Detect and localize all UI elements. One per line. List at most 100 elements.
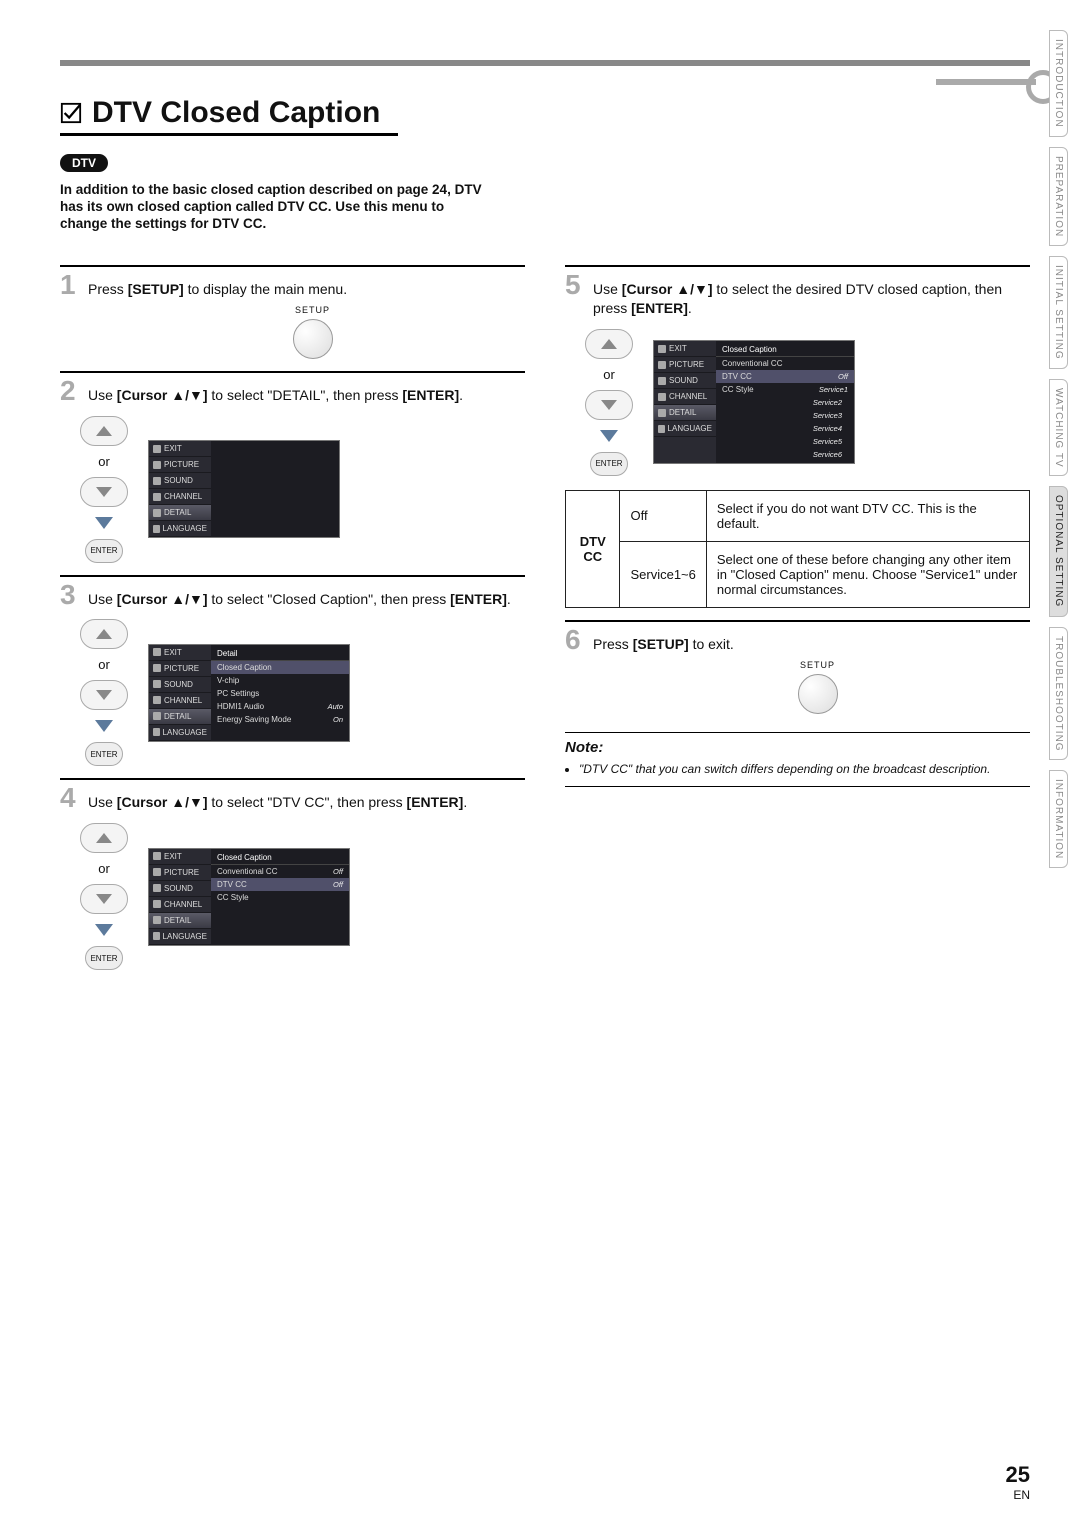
cursor-buttons: or ENTER (80, 619, 128, 766)
cursor-down-button (80, 680, 128, 710)
tv-menu-item: CC Style (211, 891, 349, 904)
table-row: DTV CC Off Select if you do not want DTV… (566, 490, 1030, 541)
tv-menu-content-empty (211, 441, 339, 537)
step-2: 2 Use [Cursor ▲/▼] to select "DETAIL", t… (60, 377, 525, 406)
left-column: 1 Press [SETUP] to display the main menu… (60, 253, 525, 980)
page-title: DTV Closed Caption (92, 96, 380, 130)
table-header: DTV CC (566, 490, 620, 607)
cursor-down-icon (601, 400, 617, 410)
cursor-up-icon (96, 629, 112, 639)
step-rule (60, 778, 525, 780)
right-column: 5 Use [Cursor ▲/▼] to select the desired… (565, 253, 1030, 980)
columns: 1 Press [SETUP] to display the main menu… (60, 253, 1030, 980)
tv-menu-item: V-chip (211, 674, 349, 687)
intro-text: In addition to the basic closed caption … (60, 182, 490, 233)
or-label: or (98, 454, 110, 469)
tv-menu-option: Service5 (716, 435, 848, 448)
enter-button: ENTER (85, 539, 123, 563)
side-tabs: INTRODUCTIONPREPARATIONINITIAL SETTINGWA… (1049, 30, 1068, 868)
step-rule (60, 575, 525, 577)
cursor-up-button (80, 416, 128, 446)
cursor-down-icon (96, 690, 112, 700)
page-footer: 25 EN (1006, 1462, 1030, 1502)
cursor-up-icon (96, 426, 112, 436)
step-5: 5 Use [Cursor ▲/▼] to select the desired… (565, 271, 1030, 319)
tv-menu-sidenav: EXIT PICTURE SOUND CHANNEL DETAIL LANGUA… (149, 645, 211, 741)
setup-circle-icon (798, 674, 838, 714)
tv-menu-detail: EXIT PICTURE SOUND CHANNEL DETAIL LANGUA… (148, 644, 350, 742)
tv-menu-main: EXIT PICTURE SOUND CHANNEL DETAIL LANGUA… (148, 440, 340, 538)
tv-menu-option: Service6 (716, 448, 848, 461)
arrow-down-icon (95, 517, 113, 529)
arrow-down-icon (600, 430, 618, 442)
cursor-up-button (80, 823, 128, 853)
step-rule (565, 620, 1030, 622)
enter-button: ENTER (85, 742, 123, 766)
side-tab: PREPARATION (1049, 147, 1068, 246)
side-tab: OPTIONAL SETTING (1049, 486, 1068, 616)
tv-menu-item: Energy Saving ModeOn (211, 713, 349, 726)
arrow-down-icon (95, 720, 113, 732)
or-label: or (98, 657, 110, 672)
page-language: EN (1006, 1488, 1030, 1502)
step-1: 1 Press [SETUP] to display the main menu… (60, 271, 525, 300)
side-tab: TROUBLESHOOTING (1049, 627, 1068, 761)
step-text: Press [SETUP] to display the main menu. (88, 274, 347, 300)
tv-menu-content-dtvcc: Closed Caption Conventional CCDTV CCOffC… (716, 341, 854, 463)
step-3-diagram: or ENTER EXIT PICTURE SOUND CHANNEL DETA… (80, 619, 525, 766)
cursor-down-button (80, 884, 128, 914)
tv-menu-item: Conventional CCOff (211, 865, 349, 878)
tv-menu-closedcaption: EXIT PICTURE SOUND CHANNEL DETAIL LANGUA… (148, 848, 350, 946)
step-text: Use [Cursor ▲/▼] to select the desired D… (593, 274, 1030, 319)
cursor-down-button (585, 390, 633, 420)
note-title: Note: (565, 739, 1030, 756)
step-rule (60, 265, 525, 267)
tv-menu-item: CC StyleService1 (716, 383, 854, 396)
tv-menu-item: DTV CCOff (716, 370, 854, 383)
note-block: Note: "DTV CC" that you can switch diffe… (565, 732, 1030, 787)
arrow-down-icon (95, 924, 113, 936)
tv-menu-item: PC Settings (211, 687, 349, 700)
manual-page: DTV Closed Caption DTV In addition to th… (0, 0, 1080, 1526)
setup-button-diagram: SETUP (605, 660, 1030, 714)
table-cell-desc: Select one of these before changing any … (706, 541, 1029, 607)
step-4: 4 Use [Cursor ▲/▼] to select "DTV CC", t… (60, 784, 525, 813)
step-4-diagram: or ENTER EXIT PICTURE SOUND CHANNEL DETA… (80, 823, 525, 970)
tv-menu-item: HDMI1 AudioAuto (211, 700, 349, 713)
dtvcc-option-table: DTV CC Off Select if you do not want DTV… (565, 490, 1030, 608)
or-label: or (603, 367, 615, 382)
tv-menu-option: Service4 (716, 422, 848, 435)
step-number: 2 (60, 377, 78, 405)
step-text: Use [Cursor ▲/▼] to select "Closed Capti… (88, 584, 511, 610)
step-number: 5 (565, 271, 583, 299)
cursor-buttons: or ENTER (585, 329, 633, 476)
cursor-buttons: or ENTER (80, 823, 128, 970)
page-title-wrap: DTV Closed Caption (60, 96, 1030, 130)
step-number: 4 (60, 784, 78, 812)
step-2-diagram: or ENTER EXIT PICTURE SOUND CHANNEL DETA… (80, 416, 525, 563)
step-3: 3 Use [Cursor ▲/▼] to select "Closed Cap… (60, 581, 525, 610)
cursor-down-icon (96, 487, 112, 497)
tv-menu-sidenav: EXIT PICTURE SOUND CHANNEL DETAIL LANGUA… (149, 441, 211, 537)
setup-label: SETUP (295, 305, 330, 315)
title-underline (60, 133, 398, 136)
setup-circle-icon (293, 319, 333, 359)
table-cell-desc: Select if you do not want DTV CC. This i… (706, 490, 1029, 541)
step-number: 6 (565, 626, 583, 654)
step-rule (565, 265, 1030, 267)
note-item: "DTV CC" that you can switch differs dep… (579, 762, 1030, 776)
table-cell-option: Service1~6 (620, 541, 706, 607)
header-rule (60, 60, 1030, 66)
side-tab: INFORMATION (1049, 770, 1068, 868)
tv-menu-option: Service2 (716, 396, 848, 409)
cursor-up-icon (601, 339, 617, 349)
tv-menu-sidenav: EXIT PICTURE SOUND CHANNEL DETAIL LANGUA… (149, 849, 211, 945)
step-5-diagram: or ENTER EXIT PICTURE SOUND CHANNEL DETA… (585, 329, 1030, 476)
checkbox-icon (60, 102, 82, 124)
cursor-up-button (80, 619, 128, 649)
enter-button: ENTER (590, 452, 628, 476)
cursor-up-button (585, 329, 633, 359)
setup-button-diagram: SETUP (100, 305, 525, 359)
tv-menu-content-cc: Closed Caption Conventional CCOffDTV CCO… (211, 849, 349, 945)
tv-menu-item: Closed Caption (211, 661, 349, 674)
